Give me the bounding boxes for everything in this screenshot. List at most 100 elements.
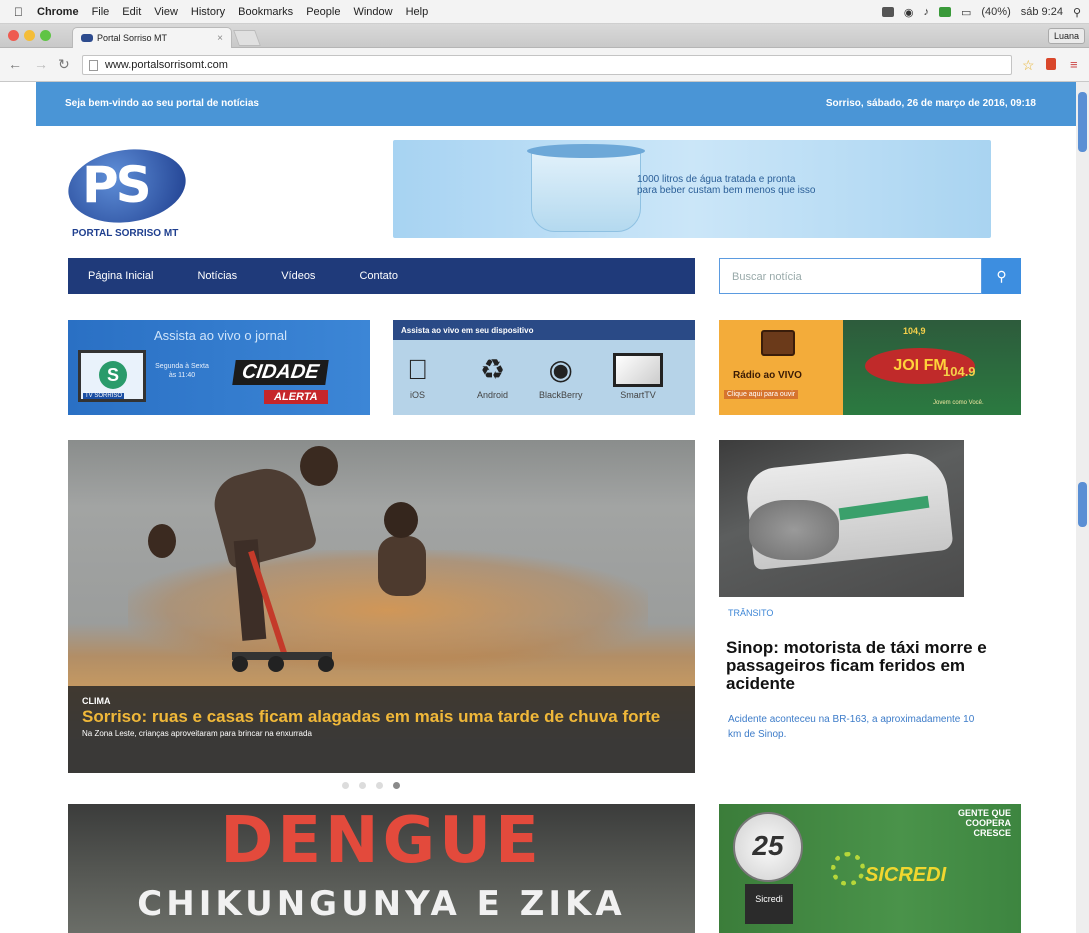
wifi-icon[interactable]: ◉ [904, 6, 914, 19]
page-icon [89, 60, 98, 71]
menu-people[interactable]: People [306, 6, 340, 18]
nav-videos[interactable]: Vídeos [281, 270, 315, 282]
hero-child-body [378, 536, 426, 596]
menu-help[interactable]: Help [406, 6, 429, 18]
tray-green-icon[interactable] [938, 7, 951, 17]
search-input[interactable]: Buscar notícia [719, 258, 982, 294]
tv-schedule-days: Segunda à Sexta [155, 363, 209, 370]
tv-label: TV SORRISO [83, 393, 125, 399]
hero-child-right [384, 502, 418, 538]
hero-boy [207, 440, 338, 650]
tv-schedule-time: às 11:40 [168, 372, 196, 379]
clock[interactable]: sáb 9:24 [1021, 6, 1063, 18]
tab-close-icon[interactable]: × [217, 33, 223, 44]
extension-icon[interactable] [1046, 58, 1056, 70]
radio-number: 104.9 [943, 364, 976, 379]
spotlight-icon[interactable]: ⚲ [1073, 6, 1081, 19]
radio-listen-link[interactable]: Clique aqui para ouvir [724, 390, 799, 399]
banner-text-1: 1000 litros de água tratada e pronta [637, 174, 796, 185]
car-damage [749, 500, 839, 560]
main-navigation: Página Inicial Notícias Vídeos Contato [68, 258, 695, 294]
ad-banner-water[interactable]: 1000 litros de água tratada e pronta par… [393, 140, 991, 238]
radio-slogan: Jovem como Você. [933, 400, 984, 406]
menu-history[interactable]: History [191, 6, 225, 18]
tray-app-icon[interactable] [881, 7, 894, 17]
news-search: Buscar notícia ⚲ [719, 258, 1021, 294]
hero-slide[interactable]: CLIMA Sorriso: ruas e casas ficam alagad… [68, 440, 695, 773]
minimize-window-button[interactable] [24, 30, 35, 41]
alerta-title: ALERTA [264, 390, 328, 404]
scrollbar-thumb[interactable] [1078, 92, 1087, 152]
volume-icon[interactable]: ♪ [923, 6, 929, 18]
carousel-dots [342, 782, 400, 789]
menu-bookmarks[interactable]: Bookmarks [238, 6, 293, 18]
tab-portal[interactable]: Portal Sorriso MT × [72, 27, 232, 48]
hero-child-left [148, 524, 176, 558]
bookmark-star-icon[interactable]: ☆ [1022, 57, 1035, 74]
menu-chrome[interactable]: Chrome [37, 6, 79, 18]
hero-title[interactable]: Sorriso: ruas e casas ficam alagadas em … [82, 707, 672, 726]
hero-wheel-1 [232, 656, 248, 672]
carousel-dot-1[interactable] [342, 782, 349, 789]
apple-menu-icon[interactable]:  [14, 5, 23, 19]
device-ios[interactable]:  iOS [407, 350, 428, 400]
scrollbar-marker [1078, 482, 1087, 527]
top-info-strip: Seja bem-vindo ao seu portal de notícias… [36, 82, 1076, 126]
side-news-subtitle: Acidente aconteceu na BR-163, a aproxima… [728, 714, 975, 740]
nav-contact[interactable]: Contato [359, 270, 398, 282]
reload-icon[interactable]: ↻ [58, 56, 70, 73]
page-viewport: Seja bem-vindo ao seu portal de notícias… [0, 82, 1076, 933]
radio-right-panel: 104,9 JOI FM 104.9 Jovem como Você. [843, 320, 1021, 415]
battery-icon[interactable]: ▭ [961, 6, 971, 19]
page-scrollbar[interactable] [1076, 82, 1089, 933]
menu-view[interactable]: View [154, 6, 178, 18]
device-ios-label: iOS [407, 390, 425, 400]
profile-button[interactable]: Luana [1047, 28, 1085, 44]
device-blackberry[interactable]: ◉ BlackBerry [539, 350, 583, 400]
hero-category: CLIMA [82, 696, 111, 706]
carousel-dot-3[interactable] [376, 782, 383, 789]
device-android[interactable]: ♻ Android [477, 350, 508, 400]
back-icon[interactable]: ← [8, 56, 22, 72]
device-smarttv[interactable]: SmartTV [613, 350, 663, 400]
forward-icon[interactable]: → [34, 56, 48, 72]
menu-edit[interactable]: Edit [122, 6, 141, 18]
smarttv-icon [613, 353, 663, 387]
site-logo[interactable]: PS PORTAL SORRISO MT [63, 142, 208, 240]
side-news-category: TRÂNSITO [728, 608, 774, 618]
tab-title: Portal Sorriso MT [97, 33, 168, 43]
promo-radio[interactable]: Rádio ao VIVO Clique aqui para ouvir 104… [719, 320, 1021, 415]
device-smarttv-label: SmartTV [620, 390, 656, 400]
status-tray: ◉ ♪ ▭ (40%) sáb 9:24 ⚲ [881, 0, 1081, 24]
side-news-title[interactable]: Sinop: motorista de táxi morre e passage… [726, 639, 1026, 693]
apple-icon:  [407, 350, 428, 390]
hero-subtitle: Na Zona Leste, crianças aproveitaram par… [82, 729, 312, 738]
promo-tv-jornal[interactable]: Assista ao vivo o jornal S TV SORRISO Se… [68, 320, 370, 415]
sicredi-ad[interactable]: 25 Sicredi GENTE QUE COOPERA CRESCE SICR… [719, 804, 1021, 933]
sicredi-25-badge: 25 [733, 812, 803, 882]
chrome-menu-icon[interactable]: ≡ [1070, 57, 1078, 72]
hero-wheel-3 [318, 656, 334, 672]
nav-news[interactable]: Notícias [197, 270, 237, 282]
mac-menubar:  Chrome File Edit View History Bookmark… [0, 0, 1089, 24]
url-text: www.portalsorrisomt.com [105, 59, 228, 71]
address-bar[interactable]: www.portalsorrisomt.com [82, 55, 1012, 75]
radio-left-panel: Rádio ao VIVO Clique aqui para ouvir [719, 320, 843, 415]
close-window-button[interactable] [8, 30, 19, 41]
zoom-window-button[interactable] [40, 30, 51, 41]
new-tab-button[interactable] [233, 30, 261, 46]
carousel-dot-4[interactable] [393, 782, 400, 789]
side-news-photo[interactable] [719, 440, 964, 597]
menu-file[interactable]: File [92, 6, 110, 18]
water-tank-image [531, 148, 641, 232]
dengue-subtitle: CHIKUNGUNYA E ZIKA [137, 884, 626, 924]
dengue-campaign-banner[interactable]: DENGUE CHIKUNGUNYA E ZIKA [68, 804, 695, 933]
menu-window[interactable]: Window [353, 6, 392, 18]
search-icon: ⚲ [996, 267, 1007, 284]
nav-home[interactable]: Página Inicial [88, 270, 153, 282]
tv-schedule: Segunda à Sexta às 11:40 [152, 362, 212, 380]
sicredi-slogan: GENTE QUE COOPERA CRESCE [957, 808, 1011, 838]
search-button[interactable]: ⚲ [982, 258, 1021, 294]
sicredi-brand: SICREDI [865, 864, 947, 886]
carousel-dot-2[interactable] [359, 782, 366, 789]
